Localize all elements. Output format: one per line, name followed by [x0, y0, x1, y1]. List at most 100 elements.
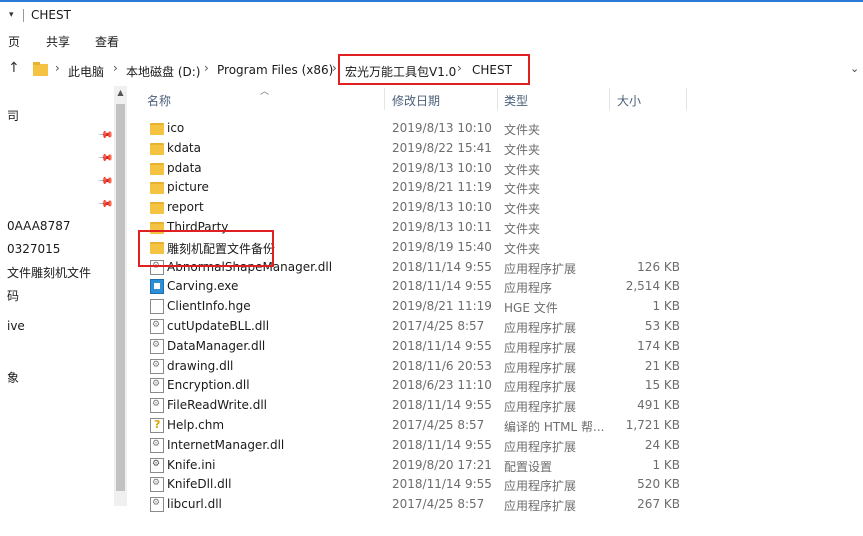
- file-date: 2018/6/23 11:10: [392, 378, 492, 393]
- help-file-icon: [150, 418, 164, 433]
- file-type: 文件夹: [504, 123, 541, 137]
- scroll-thumb[interactable]: [116, 104, 125, 491]
- file-type: 应用程序扩展: [504, 340, 577, 355]
- file-row[interactable]: cutUpdateBLL.dll 2017/4/25 8:57 应用程序扩展 53 K…: [130, 316, 690, 336]
- file-row[interactable]: KnifeDll.dll 2018/11/14 9:55 应用程序扩展 520 KB: [130, 474, 690, 494]
- breadcrumb-separator[interactable]: ›: [204, 61, 209, 75]
- pin-icon[interactable]: 📌: [97, 173, 114, 190]
- file-type: 应用程序扩展: [504, 360, 577, 375]
- file-name: Help.chm: [167, 418, 225, 432]
- file-name: FileReadWrite.dll: [167, 398, 268, 413]
- nav-item[interactable]: 文件雕刻机文件: [7, 264, 91, 281]
- file-date: 2018/11/14 9:55: [392, 437, 492, 452]
- file-row[interactable]: Encryption.dll 2018/6/23 11:10 应用程序扩展 15 KB: [130, 375, 690, 395]
- nav-item[interactable]: 0AAA8787: [7, 219, 70, 233]
- column-divider[interactable]: [384, 88, 385, 110]
- column-size[interactable]: 大小: [617, 92, 641, 109]
- file-type: 文件夹: [504, 182, 541, 197]
- file-type: 应用程序扩展: [504, 261, 577, 276]
- file-size: 21 KB: [644, 358, 680, 373]
- file-size: 15 KB: [644, 378, 680, 393]
- column-divider[interactable]: [609, 88, 610, 110]
- file-type: 编译的 HTML 帮...: [504, 420, 605, 434]
- up-arrow-icon[interactable]: ↑: [8, 60, 20, 76]
- file-name: ico: [167, 121, 185, 135]
- blank-file-icon: [150, 299, 164, 315]
- file-row[interactable]: pdata 2019/8/13 10:10 文件夹: [130, 158, 690, 178]
- nav-item[interactable]: 0327015: [7, 242, 60, 256]
- ini-file-icon: [150, 457, 164, 473]
- breadcrumb-separator[interactable]: ›: [332, 61, 337, 75]
- column-divider[interactable]: [497, 88, 498, 110]
- column-name[interactable]: 名称: [147, 92, 171, 109]
- file-date: 2019/8/13 10:10: [392, 160, 492, 175]
- file-row[interactable]: ico 2019/8/13 10:10 文件夹: [130, 118, 690, 138]
- file-row[interactable]: FileReadWrite.dll 2018/11/14 9:55 应用程序扩展 49…: [130, 395, 690, 415]
- folder-icon: [150, 123, 164, 135]
- nav-item[interactable]: 司: [7, 107, 19, 124]
- file-date: 2018/11/14 9:55: [392, 338, 492, 353]
- file-size: 1 KB: [652, 457, 680, 472]
- folder-icon: [150, 202, 164, 215]
- address-dropdown-icon[interactable]: ⌄: [850, 62, 859, 75]
- breadcrumb-separator[interactable]: ›: [55, 61, 60, 75]
- file-date: 2017/4/25 8:57: [392, 497, 485, 512]
- file-type: 应用程序扩展: [504, 380, 577, 395]
- highlight-box-path: [338, 54, 530, 85]
- file-row[interactable]: InternetManager.dll 2018/11/14 9:55 应用程序扩展…: [130, 435, 690, 455]
- tab-share[interactable]: 共享: [46, 33, 70, 50]
- sort-ascending-icon: ︿: [260, 87, 270, 97]
- file-type: 文件夹: [504, 202, 541, 217]
- file-date: 2018/11/6 20:53: [392, 358, 492, 373]
- file-size: 1,721 KB: [625, 418, 680, 432]
- folder-icon: [33, 62, 48, 76]
- file-row[interactable]: libcurl.dll 2017/4/25 8:57 应用程序扩展 267 KB: [130, 494, 690, 514]
- file-name: report: [167, 200, 204, 215]
- file-type: 配置设置: [504, 459, 553, 474]
- breadcrumb-this-pc[interactable]: 此电脑: [68, 63, 104, 80]
- pin-icon[interactable]: 📌: [97, 150, 114, 167]
- breadcrumb-local-disk[interactable]: 本地磁盘 (D:): [126, 63, 200, 80]
- scroll-up-arrow-icon[interactable]: ▲: [114, 88, 127, 97]
- file-size: 24 KB: [644, 437, 680, 452]
- pin-icon[interactable]: 📌: [97, 196, 114, 213]
- nav-item[interactable]: 象: [7, 369, 19, 386]
- file-date: 2018/11/14 9:55: [392, 279, 492, 294]
- nav-scrollbar[interactable]: ▲: [114, 86, 127, 506]
- file-name: Knife.ini: [167, 457, 216, 472]
- file-row[interactable]: Help.chm 2017/4/25 8:57 编译的 HTML 帮... 1,721…: [130, 415, 690, 435]
- pin-icon[interactable]: 📌: [97, 127, 114, 144]
- quick-access-dropdown-icon[interactable]: ▾: [9, 10, 19, 20]
- file-row[interactable]: Carving.exe 2018/11/14 9:55 应用程序 2,514 KB: [130, 276, 690, 296]
- column-date[interactable]: 修改日期: [392, 92, 440, 109]
- file-row[interactable]: report 2019/8/13 10:10 文件夹: [130, 197, 690, 217]
- file-row[interactable]: ClientInfo.hge 2019/8/21 11:19 HGE 文件 1 KB: [130, 296, 690, 316]
- file-date: 2018/11/14 9:55: [392, 259, 492, 274]
- file-type: HGE 文件: [504, 301, 558, 316]
- breadcrumb-separator[interactable]: ›: [113, 61, 118, 75]
- nav-item[interactable]: 码: [7, 287, 19, 304]
- column-divider[interactable]: [686, 88, 687, 110]
- file-date: 2018/11/14 9:55: [392, 477, 492, 492]
- file-row[interactable]: drawing.dll 2018/11/6 20:53 应用程序扩展 21 KB: [130, 356, 690, 376]
- file-row[interactable]: Knife.ini 2019/8/20 17:21 配置设置 1 KB: [130, 455, 690, 475]
- file-size: 53 KB: [644, 319, 680, 333]
- file-date: 2017/4/25 8:57: [392, 319, 485, 333]
- file-date: 2019/8/22 15:41: [392, 140, 492, 155]
- file-size: 2,514 KB: [625, 279, 680, 294]
- tab-view[interactable]: 查看: [95, 33, 119, 50]
- file-row[interactable]: DataManager.dll 2018/11/14 9:55 应用程序扩展 174 …: [130, 336, 690, 356]
- file-name: DataManager.dll: [167, 338, 266, 353]
- tab-home[interactable]: 页: [8, 33, 20, 50]
- file-date: 2019/8/13 10:10: [392, 121, 492, 135]
- file-type: 应用程序扩展: [504, 400, 577, 415]
- dll-file-icon: [150, 319, 164, 334]
- ribbon-tabs: 页 共享 查看: [0, 30, 863, 52]
- column-type[interactable]: 类型: [504, 92, 528, 109]
- nav-item[interactable]: ive: [7, 319, 25, 333]
- file-size: 1 KB: [652, 299, 680, 314]
- breadcrumb-program-files[interactable]: Program Files (x86): [217, 63, 333, 77]
- file-row[interactable]: picture 2019/8/21 11:19 文件夹: [130, 177, 690, 197]
- file-row[interactable]: kdata 2019/8/22 15:41 文件夹: [130, 138, 690, 158]
- file-type: 应用程序扩展: [504, 479, 577, 494]
